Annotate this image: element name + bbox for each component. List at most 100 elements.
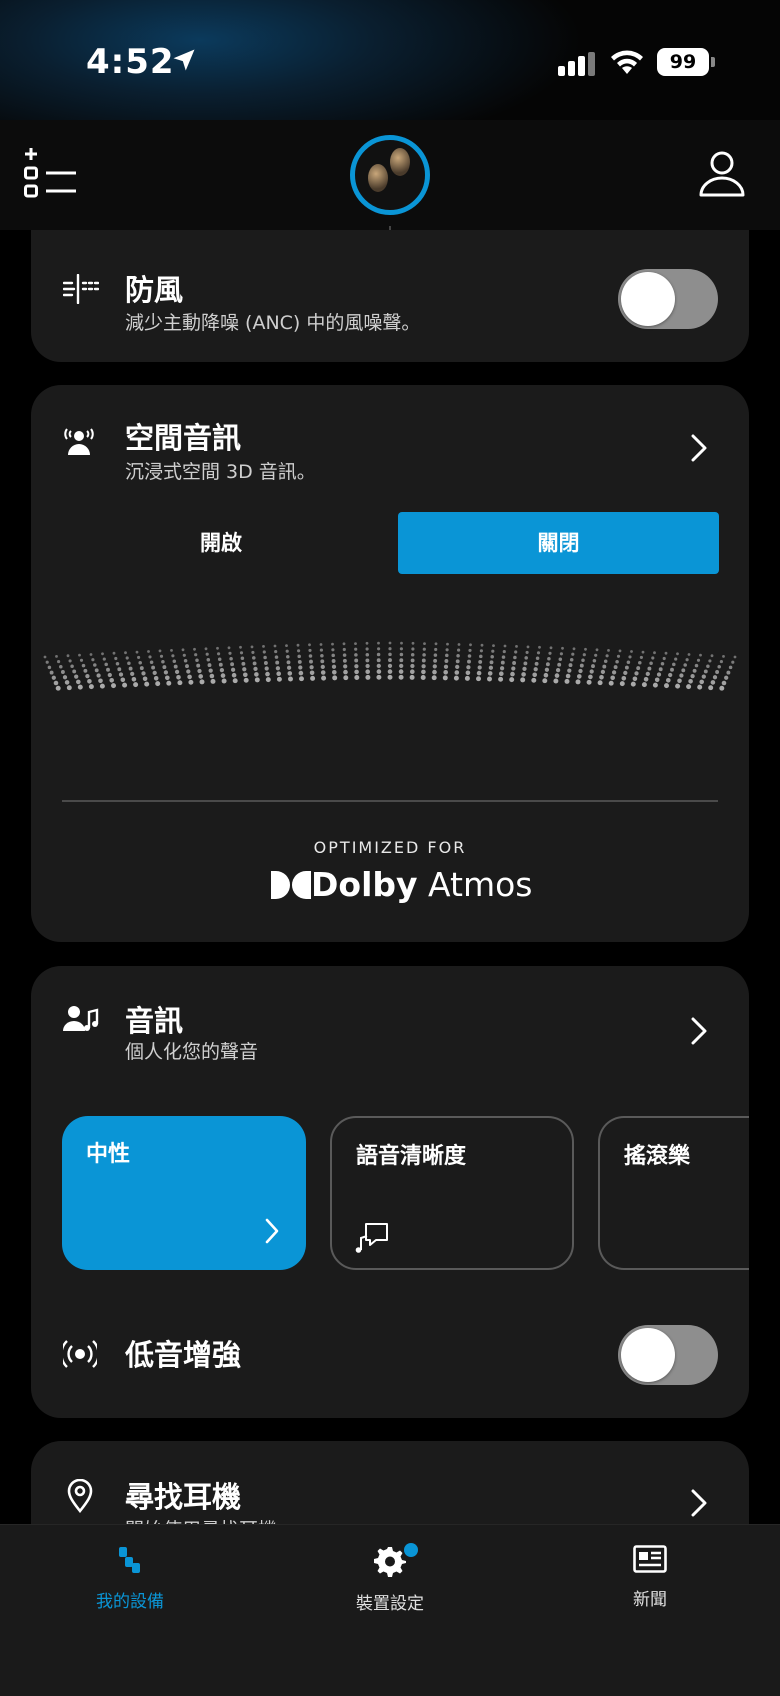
wave-dot (398, 674, 404, 680)
wave-dot (521, 672, 526, 677)
wave-dot (565, 673, 571, 679)
wave-dot (660, 662, 665, 666)
nav-news[interactable]: 新聞 (580, 1545, 720, 1610)
wave-dot (148, 655, 152, 659)
wave-dot (630, 681, 636, 687)
wave-dot (57, 660, 61, 664)
wave-dot (251, 650, 255, 654)
wave-dot (591, 664, 595, 669)
profile-icon[interactable] (698, 150, 746, 198)
user-music-icon (63, 1006, 99, 1031)
wave-dot (445, 653, 449, 658)
toggle-knob (621, 1328, 675, 1382)
wave-dot (658, 667, 663, 672)
wave-dot (690, 673, 695, 679)
spatial-on-button[interactable]: 開啟 (61, 512, 381, 574)
wave-dot (53, 680, 59, 686)
wave-dot (696, 658, 701, 662)
wave-dot (310, 675, 316, 681)
wave-dot (422, 653, 426, 657)
chevron-right-icon (265, 1218, 279, 1244)
wave-dot (465, 670, 471, 676)
wave-dot (118, 672, 124, 677)
wave-dot (166, 680, 172, 686)
bottom-nav: 我的設備 裝置設定 新聞 (0, 1524, 780, 1696)
wave-dot (525, 650, 529, 654)
wave-dot (420, 675, 426, 680)
list-add-icon[interactable] (24, 148, 78, 200)
wave-dot (692, 668, 697, 673)
preset-voice-clarity[interactable]: 語音清晰度 (330, 1116, 574, 1270)
wave-dot (715, 670, 720, 674)
wifi-icon (611, 50, 643, 74)
divider (62, 800, 718, 802)
wave-dot (607, 649, 610, 652)
wind-subtitle: 減少主動降噪 (ANC) 中的風噪聲。 (125, 312, 421, 334)
wave-dot (615, 659, 619, 664)
wave-dot (165, 675, 170, 681)
wave-dot (274, 650, 278, 654)
preset-label: 語音清晰度 (356, 1144, 467, 1169)
wave-dot (542, 678, 548, 684)
toggle-knob (621, 272, 675, 326)
wave-dot (595, 648, 599, 652)
wave-dot (501, 655, 506, 659)
chevron-right-icon[interactable] (691, 1489, 707, 1517)
wave-dot (536, 651, 541, 655)
wave-dot (674, 657, 678, 661)
bass-boost-toggle[interactable] (618, 1325, 718, 1385)
chevron-right-icon[interactable] (691, 1017, 707, 1045)
wave-dot (320, 670, 326, 675)
wave-dot (582, 653, 586, 657)
wave-dot (623, 670, 628, 676)
wave-dot (176, 675, 181, 680)
wave-dot (688, 679, 693, 684)
wave-dot (365, 663, 370, 669)
earbud-left (368, 164, 388, 192)
wave-dot (171, 654, 175, 658)
wave-dot (365, 652, 370, 657)
wave-dot (298, 670, 304, 676)
wave-dot (331, 653, 335, 658)
wave-dot (252, 656, 256, 660)
device-avatar[interactable] (350, 135, 430, 215)
wave-dot (308, 648, 312, 652)
wave-dot (161, 659, 165, 664)
wave-dot (719, 685, 725, 691)
wave-dot (342, 653, 347, 657)
wave-dot (602, 664, 607, 669)
wave-dot (152, 670, 157, 676)
wave-dot (553, 678, 559, 684)
wave-dot (446, 642, 449, 646)
wave-dot (662, 656, 666, 661)
wave-dot (199, 679, 205, 685)
wave-dot (185, 664, 189, 669)
wave-dot (526, 645, 530, 649)
wave-dot (639, 655, 643, 659)
preset-rock[interactable]: 搖滾樂 (598, 1116, 749, 1270)
wave-dot (387, 674, 393, 680)
wave-dot (543, 672, 549, 678)
wave-dot (468, 648, 472, 652)
wave-dot (388, 641, 392, 645)
optimized-for-label: OPTIMIZED FOR (313, 838, 467, 857)
nav-my-devices[interactable]: 我的設備 (60, 1545, 200, 1612)
wave-dot (681, 668, 686, 673)
nav-device-settings[interactable]: 裝置設定 (320, 1543, 460, 1614)
chevron-right-icon[interactable] (691, 434, 707, 462)
wave-dot (467, 654, 472, 658)
wind-toggle[interactable] (618, 269, 718, 329)
wave-dot (706, 664, 710, 668)
wave-dot (588, 674, 593, 680)
wave-dot (722, 655, 725, 658)
wave-dot (654, 677, 660, 683)
wave-dot (220, 673, 226, 678)
spatial-off-button[interactable]: 關閉 (398, 512, 719, 574)
wave-dot (592, 658, 597, 663)
wave-dot (228, 651, 232, 655)
notification-badge (404, 1543, 418, 1557)
wave-dot (262, 650, 266, 654)
preset-neutral[interactable]: 中性 (62, 1116, 306, 1270)
wave-dot (421, 664, 426, 669)
wave-dot (263, 661, 268, 665)
